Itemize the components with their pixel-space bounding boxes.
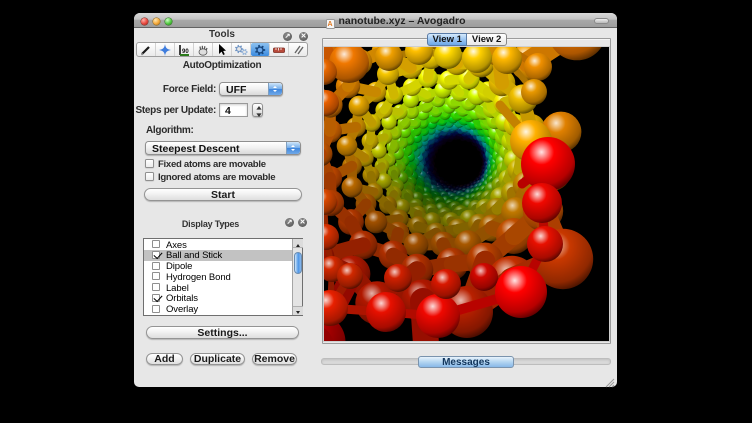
svg-text:90: 90	[182, 49, 189, 55]
